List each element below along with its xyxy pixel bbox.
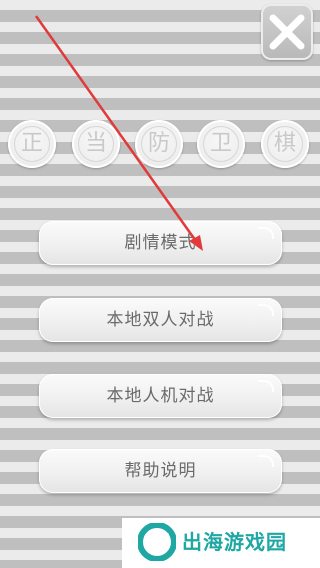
title-char: 防: [147, 131, 170, 156]
watermark: 出海游戏园: [122, 518, 320, 568]
story-mode-button[interactable]: 剧情模式: [39, 221, 282, 265]
local-pvp-button[interactable]: 本地双人对战: [39, 298, 282, 342]
title-disc: 当: [72, 120, 120, 168]
local-vs-ai-button[interactable]: 本地人机对战: [39, 374, 282, 418]
title-disc: 正: [8, 120, 56, 168]
title-disc: 卫: [197, 120, 245, 168]
brand-logo-icon: [138, 523, 176, 561]
title-char: 卫: [209, 131, 232, 156]
game-title: 正 当 防 卫 棋: [0, 120, 320, 172]
close-x-icon: [269, 14, 305, 50]
help-button[interactable]: 帮助说明: [39, 449, 282, 493]
title-char: 棋: [273, 131, 296, 156]
close-button[interactable]: [261, 4, 313, 60]
title-disc: 防: [135, 120, 183, 168]
title-disc: 棋: [261, 120, 309, 168]
title-char: 正: [20, 131, 43, 156]
title-char: 当: [84, 131, 107, 156]
watermark-text: 出海游戏园: [182, 530, 287, 554]
